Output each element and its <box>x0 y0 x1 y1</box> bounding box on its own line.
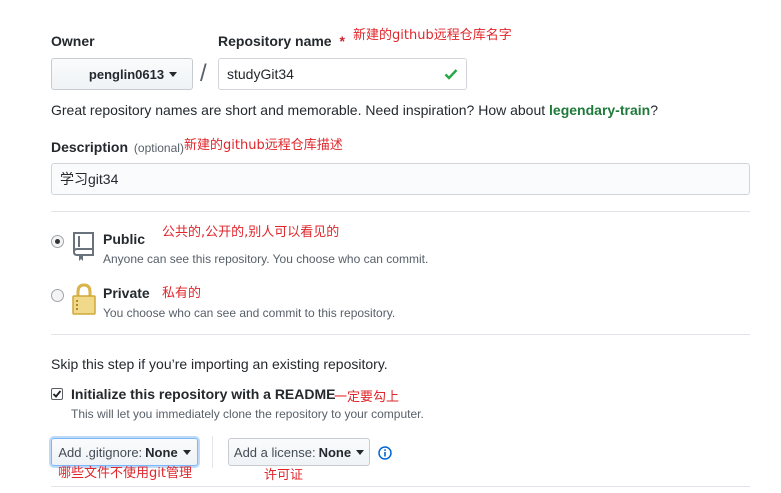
chevron-down-icon <box>169 71 178 77</box>
required-mark: * <box>339 33 345 49</box>
hint-end: ? <box>650 102 658 118</box>
owner-dropdown[interactable]: penglin0613 <box>51 58 193 90</box>
readme-note: This will let you immediately clone the … <box>71 407 424 421</box>
annotation-gitignore: 哪些文件不使用git管理 <box>58 466 192 481</box>
info-icon[interactable] <box>378 446 392 463</box>
annotation-private: 私有的 <box>162 286 202 301</box>
repository-name-label: Repository name * <box>218 33 345 49</box>
hint-text: Great repository names are short and mem… <box>51 102 546 118</box>
divider <box>51 211 750 212</box>
check-icon <box>444 67 458 81</box>
license-value: None <box>318 444 352 460</box>
readme-checkbox[interactable] <box>51 388 63 400</box>
repository-name-value: studyGit34 <box>227 66 294 82</box>
private-option-label[interactable]: Private <box>103 285 150 301</box>
repo-book-icon <box>71 230 97 265</box>
repository-name-label-text: Repository name <box>218 33 332 49</box>
description-input[interactable]: 学习git34 <box>51 163 750 195</box>
public-radio[interactable] <box>51 235 64 248</box>
import-hint: Skip this step if you’re importing an ex… <box>51 356 388 372</box>
divider <box>51 334 750 335</box>
description-label: Description (optional) <box>51 139 184 155</box>
description-value: 学习git34 <box>60 171 119 187</box>
chevron-down-icon <box>182 449 191 455</box>
readme-label[interactable]: Initialize this repository with a README <box>71 386 335 402</box>
annotation-readme: 一定要勾上 <box>334 390 400 405</box>
repository-name-hint: Great repository names are short and mem… <box>51 102 658 118</box>
annotation-license: 许可证 <box>264 468 304 483</box>
public-option-label[interactable]: Public <box>103 231 145 247</box>
owner-value: penglin0613 <box>88 66 165 82</box>
annotation-public: 公共的,公开的,别人可以看见的 <box>162 225 340 240</box>
gitignore-value: None <box>145 444 178 460</box>
license-dropdown[interactable]: Add a license: None <box>228 438 370 466</box>
lock-icon <box>71 282 97 319</box>
license-prefix: Add a license: <box>233 444 316 460</box>
annotation-repo-name: 新建的github远程仓库名字 <box>353 28 512 43</box>
checkmark-icon <box>52 390 62 398</box>
repository-name-input[interactable]: studyGit34 <box>218 58 467 90</box>
owner-repo-separator: / <box>200 60 207 87</box>
chevron-down-icon <box>356 449 365 455</box>
suggested-name-link[interactable]: legendary-train <box>549 102 650 118</box>
private-option-note: You choose who can see and commit to thi… <box>103 306 396 320</box>
optional-tag: (optional) <box>133 141 184 155</box>
vertical-divider <box>212 436 213 468</box>
private-radio[interactable] <box>51 289 64 302</box>
owner-label: Owner <box>51 33 95 49</box>
divider <box>51 486 750 487</box>
description-label-text: Description <box>51 139 129 155</box>
gitignore-prefix: Add .gitignore: <box>58 444 143 460</box>
annotation-description: 新建的github远程仓库描述 <box>184 138 343 153</box>
public-option-note: Anyone can see this repository. You choo… <box>103 252 429 266</box>
